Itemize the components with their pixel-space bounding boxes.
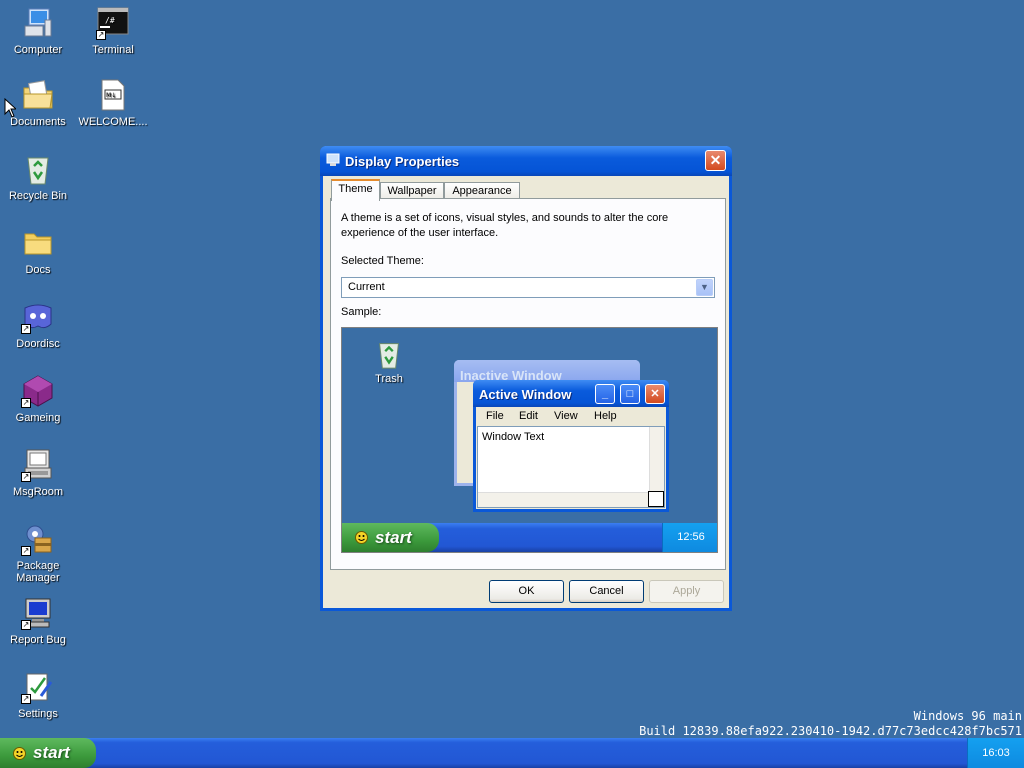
svg-text:/#: /# <box>105 16 115 25</box>
close-icon: ✕ <box>645 384 665 404</box>
shortcut-arrow-icon: ↗ <box>21 546 31 556</box>
scroll-corner <box>648 491 664 507</box>
settings-icon: ↗ <box>21 670 55 704</box>
desktop-icon-label: Doordisc <box>16 338 60 350</box>
vertical-scrollbar <box>649 427 664 491</box>
markdown-file-icon: M↓ <box>96 78 130 112</box>
horizontal-scrollbar <box>478 492 648 507</box>
smiley-icon <box>13 747 26 760</box>
sample-start-button: start <box>342 523 439 552</box>
desktop-icon-label: Package Manager <box>16 560 60 584</box>
desktop-icon-label: Computer <box>13 44 63 56</box>
cancel-button[interactable]: Cancel <box>569 580 644 603</box>
close-icon: ✕ <box>709 152 722 168</box>
apply-button[interactable]: Apply <box>649 580 724 603</box>
window-text: Window Text <box>482 431 545 443</box>
desktop-icon-label: Docs <box>25 264 51 276</box>
shortcut-arrow-icon: ↗ <box>21 398 31 408</box>
taskbar: start 16:03 <box>0 738 1024 768</box>
desktop-icon-msgroom[interactable]: ↗ MsgRoom <box>0 448 76 498</box>
shortcut-arrow-icon: ↗ <box>21 324 31 334</box>
mouse-cursor-icon <box>4 98 16 118</box>
sample-taskbar: start 12:56 <box>342 523 717 552</box>
selected-theme-select[interactable]: Current ▼ <box>341 277 715 298</box>
shortcut-arrow-icon: ↗ <box>21 620 31 630</box>
tab-theme[interactable]: Theme <box>331 179 380 201</box>
build-info: Windows 96 main Build 12839.88efa922.230… <box>639 709 1022 739</box>
folder-icon <box>21 226 55 260</box>
sample-label: Sample: <box>341 306 382 318</box>
active-window-title: Active Window <box>479 387 572 402</box>
desktop-icon-welcome[interactable]: M↓ WELCOME.... <box>75 78 151 128</box>
desktop-icon-recycle-bin[interactable]: Recycle Bin <box>0 152 76 202</box>
desktop-icon-label: Recycle Bin <box>8 190 68 202</box>
desktop-icon-label: Report Bug <box>10 634 66 646</box>
tab-label: Appearance <box>452 185 512 197</box>
menu-file: File <box>486 410 504 422</box>
dialog-title: Display Properties <box>345 154 460 169</box>
desktop-icon-label: Settings <box>18 708 58 720</box>
sample-client-area: Window Text <box>477 426 665 508</box>
dialog-titlebar[interactable]: Display Properties ✕ <box>320 146 732 176</box>
computer-icon <box>21 6 55 40</box>
desktop-icon-terminal[interactable]: /# ↗ Terminal <box>75 6 151 56</box>
sample-start-label: start <box>375 528 412 547</box>
report-bug-icon: ↗ <box>21 596 55 630</box>
desktop-icon-computer[interactable]: Computer <box>0 6 76 56</box>
desktop-icon-label: MsgRoom <box>12 486 64 498</box>
terminal-icon: /# ↗ <box>96 6 130 40</box>
documents-icon <box>21 78 55 112</box>
theme-description: A theme is a set of icons, visual styles… <box>341 212 669 239</box>
recycle-bin-icon <box>21 152 55 186</box>
desktop-icon-label: Gameing <box>15 412 61 424</box>
recycle-bin-icon <box>373 338 405 370</box>
maximize-icon: □ <box>620 384 640 404</box>
sample-trash-label: Trash <box>375 373 403 385</box>
package-manager-icon: ↗ <box>21 522 55 556</box>
build-line-2: Build 12839.88efa922.230410-1942.d77c73e… <box>639 724 1022 738</box>
sample-trash: Trash <box>364 338 414 385</box>
selected-theme-value: Current <box>348 281 385 293</box>
sample-active-window: Active Window _ □ ✕ File Edit View Help … <box>473 380 669 512</box>
desktop-icon-doordisc[interactable]: ↗ Doordisc <box>0 300 76 350</box>
menu-edit: Edit <box>519 410 538 422</box>
start-label: start <box>33 743 70 762</box>
smiley-icon <box>355 531 368 544</box>
dialog-close-button[interactable]: ✕ <box>705 150 726 171</box>
desktop-icon-report-bug[interactable]: ↗ Report Bug <box>0 596 76 646</box>
minimize-icon: _ <box>595 384 615 404</box>
build-line-1: Windows 96 main <box>913 709 1022 723</box>
shortcut-arrow-icon: ↗ <box>96 30 106 40</box>
tab-label: Wallpaper <box>387 185 437 197</box>
menu-help: Help <box>594 410 617 422</box>
svg-text:M↓: M↓ <box>106 92 116 99</box>
display-properties-dialog: Display Properties ✕ Theme Wallpaper App… <box>320 146 732 611</box>
tab-label: Theme <box>338 183 373 195</box>
desktop-icon-gameing[interactable]: ↗ Gameing <box>0 374 76 424</box>
start-button[interactable]: start <box>0 738 96 768</box>
sample-clock: 12:56 <box>662 523 717 552</box>
ok-button[interactable]: OK <box>489 580 564 603</box>
theme-sample-preview: Trash Inactive Window Active Window _ □ … <box>341 327 718 553</box>
msgroom-icon: ↗ <box>21 448 55 482</box>
chevron-down-icon[interactable]: ▼ <box>696 279 713 296</box>
desktop-icon-settings[interactable]: ↗ Settings <box>0 670 76 720</box>
inactive-window-title: Inactive Window <box>454 360 640 383</box>
desktop-icon-label: Terminal <box>92 44 134 56</box>
sample-menubar: File Edit View Help <box>476 407 666 427</box>
desktop-icon-package-manager[interactable]: ↗ Package Manager <box>0 522 76 584</box>
menu-view: View <box>554 410 578 422</box>
theme-tab-panel: A theme is a set of icons, visual styles… <box>330 198 726 570</box>
desktop-icon-docs[interactable]: Docs <box>0 226 76 276</box>
display-properties-icon <box>326 153 340 166</box>
active-window-titlebar: Active Window _ □ ✕ <box>473 380 669 407</box>
shortcut-arrow-icon: ↗ <box>21 694 31 704</box>
desktop-icon-label: WELCOME.... <box>78 116 148 128</box>
doordisc-icon: ↗ <box>21 300 55 334</box>
selected-theme-label: Selected Theme: <box>341 255 424 267</box>
taskbar-clock[interactable]: 16:03 <box>967 738 1024 768</box>
shortcut-arrow-icon: ↗ <box>21 472 31 482</box>
gameing-icon: ↗ <box>21 374 55 408</box>
